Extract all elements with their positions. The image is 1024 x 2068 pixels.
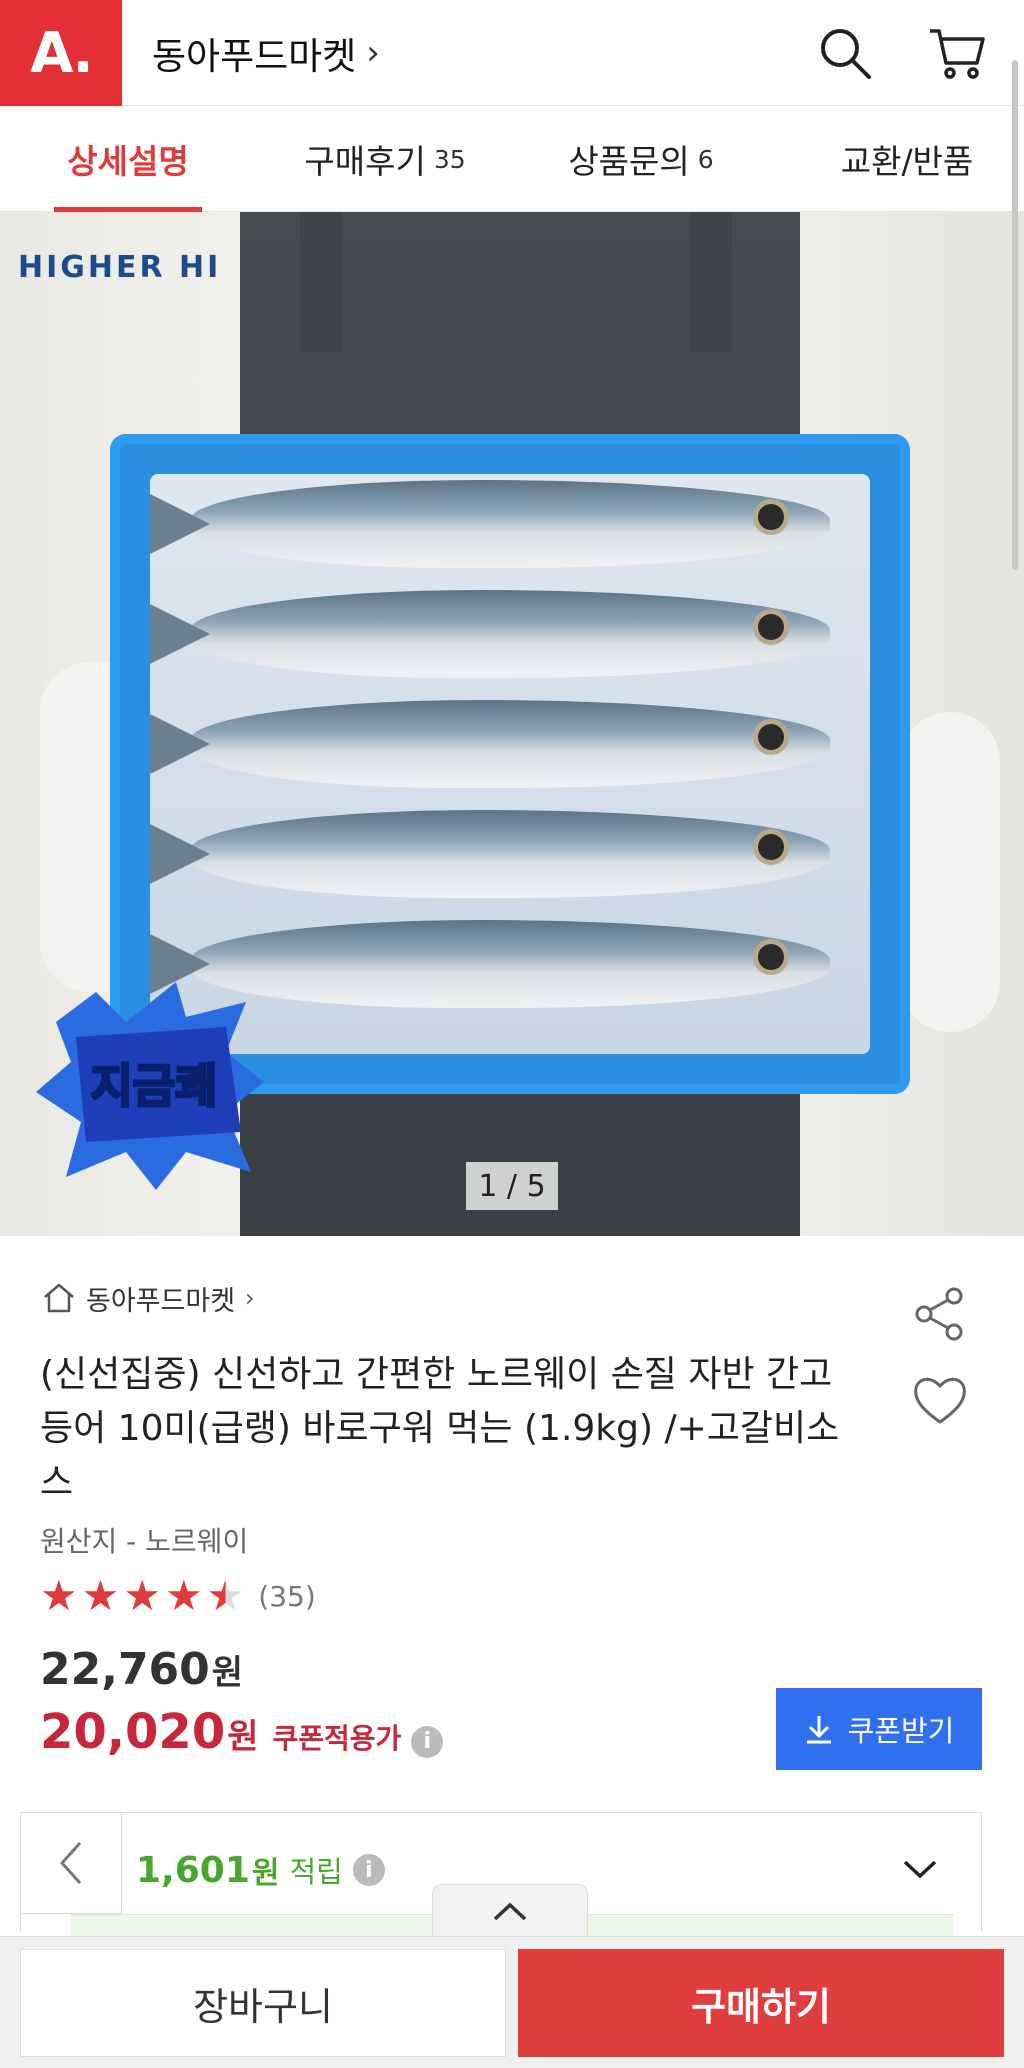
tab-exchange-return[interactable]: 교환/반품 [822,106,992,212]
mackerel-fish [190,920,830,1008]
promo-badge: 지금쾌 [36,982,264,1190]
heart-icon[interactable] [910,1370,970,1430]
mackerel-fish [190,480,830,568]
chevron-down-icon[interactable] [900,1854,940,1884]
download-icon [806,1716,831,1744]
back-button[interactable] [20,1812,122,1914]
top-header: A. 동아푸드마켓 › [0,0,1024,106]
chevron-right-icon: › [245,1284,255,1312]
tab-inquiries[interactable]: 상품문의 6 [556,106,726,212]
detail-tabs: 상세설명 구매후기 35 상품문의 6 교환/반품 [0,106,1024,212]
price-unit: 원 [211,1653,244,1693]
app-logo[interactable]: A. [0,0,122,106]
tab-reviews[interactable]: 구매후기 35 [290,106,480,212]
tab-label: 구매후기 [304,142,426,181]
points-amount: 1,601 [136,1849,250,1891]
get-coupon-button[interactable]: 쿠폰받기 [776,1688,982,1770]
tab-description[interactable]: 상세설명 [54,106,202,212]
glove-right [900,712,1000,1032]
original-price-value: 22,760 [40,1644,210,1695]
mackerel-fish [190,810,830,898]
product-title: (신선집중) 신선하고 간편한 노르웨이 손질 자반 간고등어 10미(급랭) … [40,1354,840,1503]
coupon-price-label: 쿠폰적용가 [272,1722,402,1755]
home-icon [44,1283,74,1313]
chevron-up-icon [493,1902,527,1920]
product-image-carousel[interactable]: HIGHER HI 지금쾌 1 / 5 [0,212,1024,1236]
apron-strap-right [690,212,732,352]
rating-stars[interactable]: ★ ★ ★ ★ ★ (35) [40,1574,316,1618]
store-name: 동아푸드마켓 [152,35,357,78]
expand-handle[interactable] [432,1884,588,1938]
shop-link[interactable]: 동아푸드마켓 › [42,1278,255,1318]
info-icon[interactable]: i [352,1854,385,1886]
info-icon[interactable]: i [411,1725,444,1758]
half-star-icon: ★ [206,1571,245,1620]
chevron-right-icon: › [366,33,380,73]
review-count: (35) [258,1579,316,1613]
buy-now-button[interactable]: 구매하기 [518,1949,1004,2057]
cart-icon[interactable] [922,18,992,88]
add-to-cart-button[interactable]: 장바구니 [20,1949,506,2057]
points-earn: 1,601 원 적립 i [136,1848,385,1892]
get-coupon-label: 쿠폰받기 [847,1714,955,1748]
original-price: 22,760원 [40,1644,243,1695]
star-icon: ★ [123,1571,161,1620]
apron-strap-left [300,212,342,352]
share-icon[interactable] [910,1284,970,1344]
mackerel-fish [190,590,830,678]
points-label: 적립 [289,1855,343,1889]
chevron-left-icon [59,1841,82,1885]
product-origin: 원산지 - 노르웨이 [40,1525,249,1558]
tab-label: 교환/반품 [840,142,974,181]
tab-label: 상세설명 [67,142,189,181]
store-name-link[interactable]: 동아푸드마켓 › [152,18,380,88]
badge-text: 지금쾌 [91,1059,218,1113]
tab-count: 35 [433,144,466,174]
search-icon[interactable] [810,18,880,88]
tab-label: 상품문의 [568,142,690,181]
brand-watermark: HIGHER HI [18,250,222,285]
tab-count: 6 [697,144,714,174]
star-icon: ★ [164,1571,203,1620]
star-icon: ★ [40,1571,78,1620]
scrollbar[interactable] [1012,60,1018,570]
bottom-action-bar: 장바구니 구매하기 [0,1936,1024,2068]
coupon-price: 20,020 원 쿠폰적용가 i [40,1704,444,1760]
star-icon: ★ [81,1571,120,1620]
mackerel-fish [190,700,830,788]
shop-name: 동아푸드마켓 [86,1285,236,1317]
coupon-price-value: 20,020 [40,1704,226,1760]
price-unit: 원 [227,1717,259,1757]
image-pager: 1 / 5 [466,1162,558,1210]
points-unit: 원 [251,1856,280,1891]
